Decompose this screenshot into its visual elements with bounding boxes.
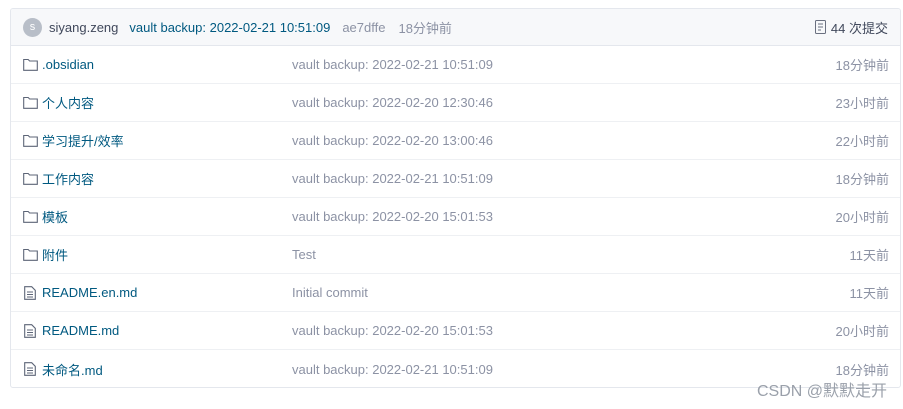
commit-count-label: 44 次提交 — [830, 20, 888, 36]
file-name-link[interactable]: 工作内容 — [42, 169, 272, 188]
file-commit-time: 18分钟前 — [835, 58, 889, 73]
commit-message[interactable]: vault backup: 2022-02-21 10:51:09 — [129, 20, 330, 35]
file-name-link[interactable]: 未命名.md — [42, 360, 272, 379]
author-avatar[interactable]: s — [23, 17, 42, 37]
file-commit-time: 20小时前 — [835, 324, 889, 339]
file-name-link[interactable]: README.en.md — [42, 285, 272, 300]
file-row[interactable]: .obsidian vault backup: 2022-02-21 10:51:… — [11, 46, 900, 84]
file-row[interactable]: README.md vault backup: 2022-02-20 15:01:… — [11, 312, 900, 350]
file-commit-time: 20小时前 — [835, 210, 889, 225]
file-icon — [22, 361, 38, 377]
file-name-link[interactable]: 附件 — [42, 245, 272, 264]
file-commit-time: 23小时前 — [835, 96, 889, 111]
file-icon — [22, 323, 38, 339]
file-icon — [22, 285, 38, 301]
file-commit-message[interactable]: vault backup: 2022-02-21 10:51:09 — [292, 362, 493, 377]
file-row[interactable]: 个人内容 vault backup: 2022-02-20 12:30:46 23小… — [11, 84, 900, 122]
file-row[interactable]: 附件 Test 11天前 — [11, 236, 900, 274]
file-commit-message[interactable]: vault backup: 2022-02-20 15:01:53 — [292, 209, 493, 224]
file-commit-message[interactable]: vault backup: 2022-02-20 13:00:46 — [292, 133, 493, 148]
file-list-panel: s siyang.zeng vault backup: 2022-02-21 1… — [10, 8, 901, 388]
file-name-link[interactable]: 个人内容 — [42, 93, 272, 112]
file-commit-message[interactable]: vault backup: 2022-02-20 12:30:46 — [292, 95, 493, 110]
file-commit-time: 18分钟前 — [835, 362, 889, 378]
file-commit-message[interactable]: vault backup: 2022-02-21 10:51:09 — [292, 171, 493, 186]
file-row[interactable]: 学习提升/效率 vault backup: 2022-02-20 13:00:46… — [11, 122, 900, 160]
file-commit-message[interactable]: vault backup: 2022-02-21 10:51:09 — [292, 57, 493, 72]
file-row[interactable]: README.en.md Initial commit 11天前 — [11, 274, 900, 312]
file-row[interactable]: 工作内容 vault backup: 2022-02-21 10:51:09 18分… — [11, 160, 900, 198]
watermark: CSDN @默默走开 — [756, 383, 887, 400]
folder-icon — [22, 171, 38, 187]
file-commit-message[interactable]: vault backup: 2022-02-20 15:01:53 — [292, 323, 493, 338]
file-commit-time: 11天前 — [849, 286, 890, 301]
file-commit-time: 18分钟前 — [835, 172, 889, 187]
file-rows: .obsidian vault backup: 2022-02-21 10:51:… — [11, 46, 900, 387]
file-name-link[interactable]: .obsidian — [42, 57, 272, 72]
file-commit-message[interactable]: Test — [292, 247, 316, 262]
folder-icon — [22, 95, 38, 111]
folder-icon — [22, 209, 38, 225]
commit-count[interactable]: 44 次提交 — [814, 18, 888, 37]
folder-icon — [22, 133, 38, 149]
commit-sha[interactable]: ae7dffe — [342, 20, 385, 35]
file-row[interactable]: 模板 vault backup: 2022-02-20 15:01:53 20小时前 — [11, 198, 900, 236]
file-name-link[interactable]: 学习提升/效率 — [42, 131, 272, 150]
file-commit-message[interactable]: Initial commit — [292, 285, 368, 300]
latest-commit-bar: s siyang.zeng vault backup: 2022-02-21 1… — [11, 9, 900, 46]
commits-icon — [814, 20, 827, 34]
file-commit-time: 22小时前 — [835, 134, 889, 149]
commit-author[interactable]: siyang.zeng — [49, 20, 118, 35]
commit-time: 18分钟前 — [398, 20, 452, 36]
folder-icon — [22, 247, 38, 263]
file-name-link[interactable]: README.md — [42, 323, 272, 338]
folder-icon — [22, 57, 38, 73]
file-commit-time: 11天前 — [849, 248, 890, 263]
file-name-link[interactable]: 模板 — [42, 207, 272, 226]
